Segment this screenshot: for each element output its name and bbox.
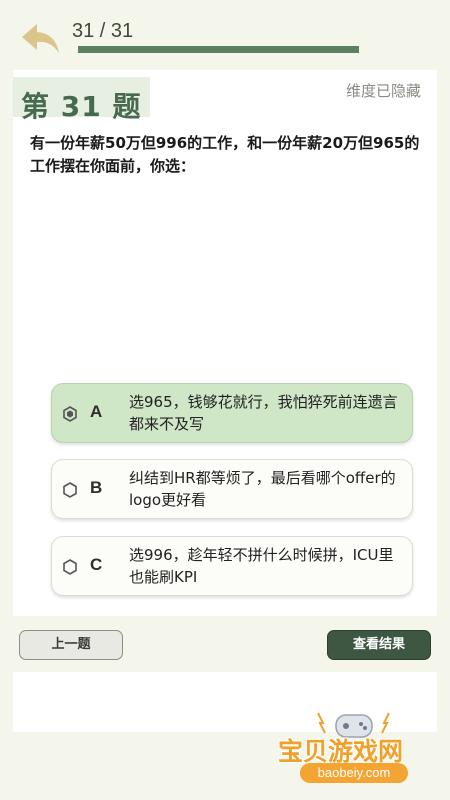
question-badge: 第 31 题 (13, 77, 150, 123)
option-text: 纠结到HR都等烦了，最后看哪个offer的logo更好看 (129, 469, 396, 509)
watermark-logo: 宝贝游戏网 baobeiy.com (270, 705, 440, 795)
hexagon-radio-icon (62, 406, 78, 422)
option-letter: B (90, 478, 103, 497)
question-card: 第 31 题 维度已隐藏 有一份年薪50万但996的工作，和一份年薪20万但96… (13, 70, 437, 616)
option-text: 选996，趁年轻不拼什么时候拼，ICU里也能刷KPI (129, 546, 394, 586)
option-a[interactable]: A 选965，钱够花就行，我怕猝死前连遗言都来不及写 (51, 383, 413, 443)
back-arrow-icon[interactable] (20, 22, 62, 56)
question-title: 第 31 题 (21, 90, 142, 123)
option-letter: A (90, 402, 103, 421)
option-c[interactable]: C 选996，趁年轻不拼什么时候拼，ICU里也能刷KPI (51, 536, 413, 596)
option-letter: C (90, 555, 103, 574)
option-text: 选965，钱够花就行，我怕猝死前连遗言都来不及写 (129, 393, 398, 433)
hexagon-radio-icon (62, 559, 78, 575)
question-counter: 31 / 31 (72, 20, 134, 42)
watermark-url: baobeiy.com (300, 763, 408, 783)
progress-fill (78, 46, 359, 53)
question-text: 有一份年薪50万但996的工作，和一份年薪20万但965的工作摆在你面前，你选： (30, 134, 420, 175)
view-result-button[interactable]: 查看结果 (327, 630, 431, 660)
progress-bar (78, 46, 359, 53)
top-bar: 31 / 31 (0, 0, 450, 66)
hexagon-radio-icon (62, 482, 78, 498)
previous-question-button[interactable]: 上一题 (19, 630, 123, 660)
option-b[interactable]: B 纠结到HR都等烦了，最后看哪个offer的logo更好看 (51, 459, 413, 519)
dimension-status: 维度已隐藏 (345, 82, 421, 100)
